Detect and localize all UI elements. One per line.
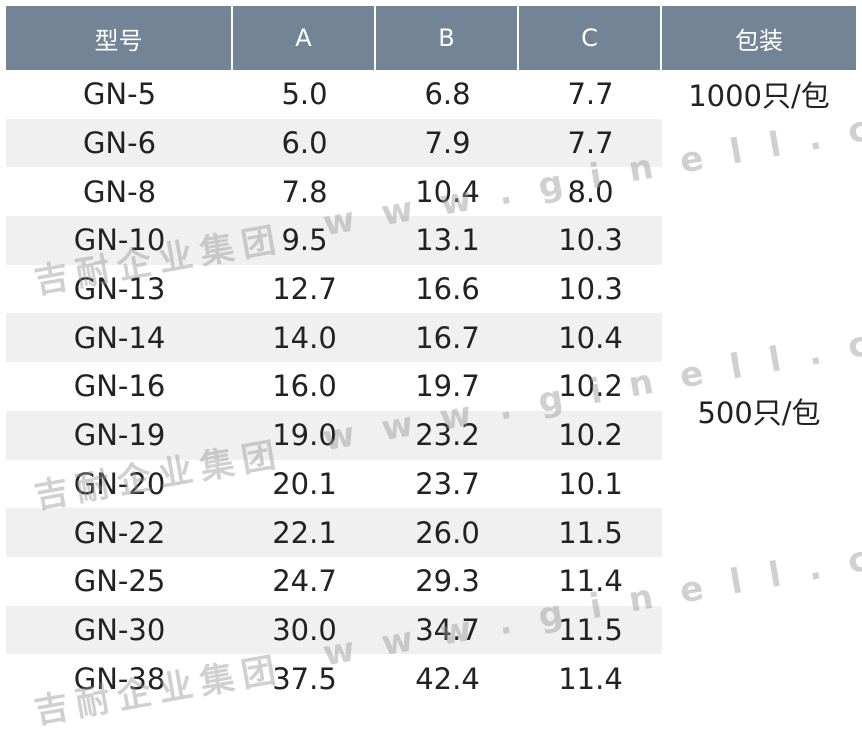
c-cell: 11.5 [519, 508, 662, 557]
c-cell: 10.3 [558, 272, 623, 307]
b-cell: 6.8 [424, 77, 471, 112]
b-cell: 29.3 [415, 564, 480, 599]
table-header: 型号 A B C 包装 [6, 6, 856, 70]
header-b: B [376, 6, 519, 70]
packaging-cell-500: 500只/包 [662, 118, 856, 704]
model-cell: GN-16 [73, 369, 166, 404]
b-cell: 16.6 [415, 272, 480, 307]
model-cell: GN-25 [73, 564, 166, 599]
a-cell: 24.7 [272, 564, 337, 599]
header-a: A [233, 6, 376, 70]
a-cell: 22.1 [233, 508, 376, 557]
model-cell: GN-6 [6, 118, 233, 168]
a-cell: 12.7 [272, 272, 337, 307]
model-cell: GN-30 [6, 605, 233, 655]
packaging-cell-1000: 1000只/包 [662, 70, 856, 119]
header-model: 型号 [6, 6, 233, 70]
a-cell: 14.0 [233, 313, 376, 363]
b-cell: 23.7 [415, 466, 480, 501]
model-cell: GN-8 [82, 174, 157, 209]
header-c: C [519, 6, 662, 70]
c-cell: 10.1 [558, 466, 623, 501]
c-cell: 7.7 [567, 77, 614, 112]
a-cell: 6.0 [233, 118, 376, 168]
c-cell: 10.4 [519, 313, 662, 363]
b-cell: 7.9 [376, 118, 519, 168]
header-packaging: 包装 [662, 6, 856, 70]
model-cell: GN-5 [82, 77, 157, 112]
c-cell: 10.3 [519, 216, 662, 265]
model-cell: GN-14 [6, 313, 233, 363]
c-cell: 11.4 [558, 661, 623, 696]
b-cell: 26.0 [376, 508, 519, 557]
a-cell: 5.0 [281, 77, 328, 112]
b-cell: 16.7 [376, 313, 519, 363]
a-cell: 16.0 [272, 369, 337, 404]
